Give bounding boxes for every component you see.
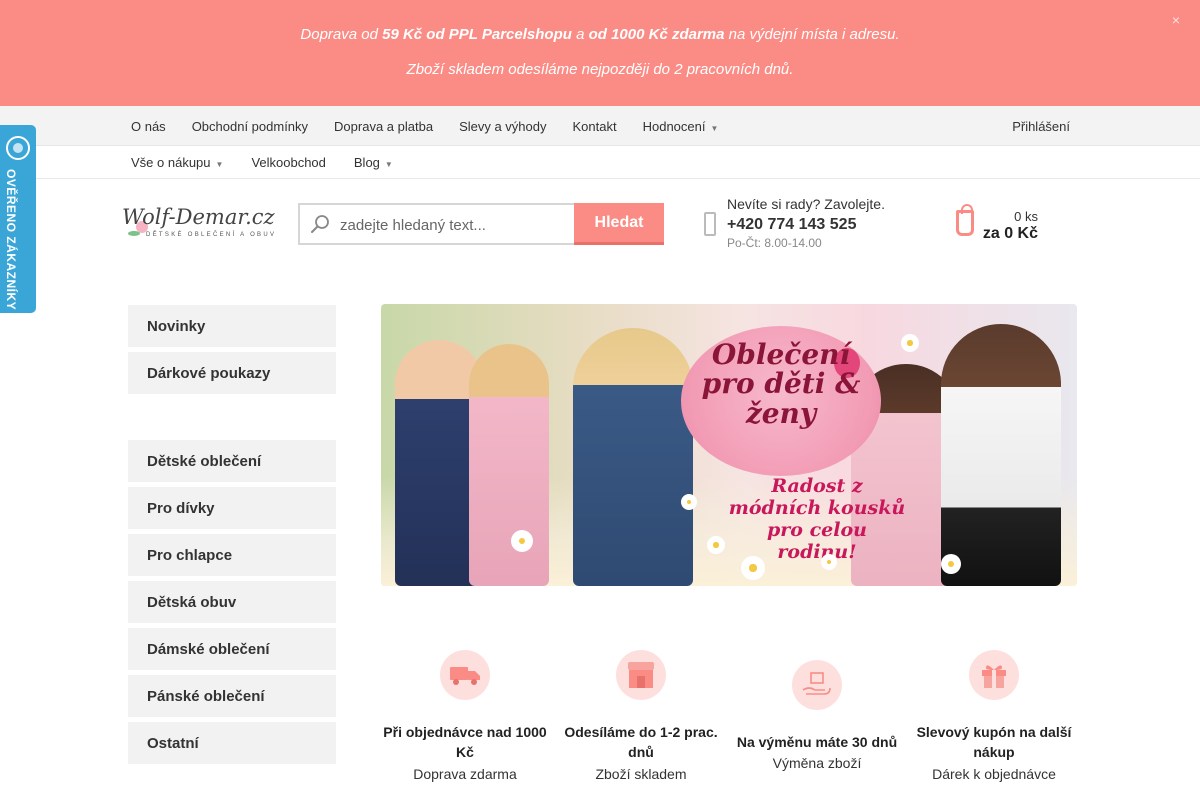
daisy-icon [741, 556, 765, 580]
daisy-icon [941, 554, 961, 574]
sidebar-item-detska-obuv[interactable]: Dětská obuv [128, 581, 336, 623]
promo-text: a [571, 26, 589, 43]
phone-number[interactable]: +420 774 143 525 [727, 216, 856, 234]
sidebar-item-label: Pánské oblečení [147, 687, 265, 705]
promo-highlight: 59 Kč od PPL Parcelshopu [382, 26, 572, 43]
feature-title: Na výměnu máte 30 dnů [736, 734, 898, 750]
truck-icon [440, 650, 490, 700]
sidebar-item-darkove-poukazy[interactable]: Dárkové poukazy [128, 352, 336, 394]
search-icon [311, 215, 329, 233]
sidebar-item-pro-divky[interactable]: Pro dívky [128, 487, 336, 529]
shopping-bag-icon [956, 204, 974, 236]
top-navigation: O nás Obchodní podmínky Doprava a platba… [0, 106, 1200, 146]
search-button[interactable]: Hledat [574, 203, 664, 245]
feature-exchange: Na výměnu máte 30 dnů Výměna zboží [732, 660, 902, 771]
search-form: Hledat [298, 203, 664, 245]
feature-title: Odesíláme do 1-2 prac. dnů [564, 724, 718, 761]
hero-banner[interactable]: Oblečení pro děti & ženy Radost z módníc… [381, 304, 1077, 586]
feature-in-stock: Odesíláme do 1-2 prac. dnů Zboží skladem [556, 650, 726, 782]
nav-item-kontakt[interactable]: Kontakt [573, 119, 617, 134]
sidebar-item-detske-obleceni[interactable]: Dětské oblečení [128, 440, 336, 482]
nav-item-velkoobchod[interactable]: Velkoobchod [251, 155, 325, 170]
woman-butterfly-shirt-photo [941, 324, 1061, 586]
feature-title: Slevový kupón na další nákup [916, 724, 1072, 761]
verified-seal-icon [6, 136, 30, 160]
promo-text: Doprava od [300, 26, 383, 43]
girl-photo [469, 344, 549, 586]
search-box [298, 203, 574, 245]
logo-tagline: dětské oblečení a obuv [146, 232, 277, 238]
hero-subtitle: Radost z módních kousků pro celou rodinu… [728, 475, 906, 563]
sidebar-item-label: Novinky [147, 317, 206, 335]
exchange-icon [792, 660, 842, 710]
promo-text: na výdejní místa i adresu. [724, 26, 900, 43]
feature-desc: Výměna zboží [772, 755, 862, 772]
promo-banner: Doprava od 59 Kč od PPL Parcelshopu a od… [0, 0, 1200, 106]
logo-name: Wolf-Demar.cz [122, 205, 275, 229]
sidebar-item-label: Dárkové poukazy [147, 364, 271, 382]
feature-desc: Doprava zdarma [413, 765, 517, 782]
chevron-down-icon: ▼ [215, 160, 224, 169]
sidebar-item-panske-obleceni[interactable]: Pánské oblečení [128, 675, 336, 717]
daisy-icon [707, 536, 725, 554]
feature-desc: Dárek k objednávce [932, 765, 1056, 782]
sidebar-item-ostatni[interactable]: Ostatní [128, 722, 336, 764]
nav-item-hodnoceni[interactable]: Hodnocení ▼ [643, 119, 719, 134]
phone-hours: Po-Čt: 8.00-14.00 [727, 236, 822, 250]
sidebar-item-label: Ostatní [147, 734, 199, 752]
secondary-navigation: Vše o nákupu ▼ Velkoobchod Blog ▼ [0, 146, 1200, 179]
nav-item-label: Vše o nákupu [131, 155, 211, 170]
cart[interactable]: 0 ks za 0 Kč [956, 204, 1056, 248]
chevron-down-icon: ▼ [710, 123, 719, 133]
phone-question: Nevíte si rady? Zavolejte. [727, 196, 885, 212]
badge-label: OVĚŘENO ZÁKAZNÍKY [4, 169, 18, 311]
hero-title: Oblečení pro děti & ženy [701, 338, 861, 430]
promo-shipping-text: Doprava od 59 Kč od PPL Parcelshopu a od… [0, 26, 1200, 43]
nav-item-obchodni-podminky[interactable]: Obchodní podmínky [192, 119, 308, 134]
nav-item-label: Blog [353, 155, 380, 170]
sidebar-item-label: Pro chlapce [147, 546, 233, 564]
sidebar-item-novinky[interactable]: Novinky [128, 305, 336, 347]
cart-price: za 0 Kč [982, 225, 1038, 242]
search-input[interactable] [340, 215, 570, 235]
close-icon[interactable]: × [1172, 12, 1180, 28]
nav-item-doprava-a-platba[interactable]: Doprava a platba [334, 119, 433, 134]
cart-count: 0 ks [1014, 209, 1038, 224]
sidebar-item-label: Dětská obuv [147, 593, 237, 611]
login-link[interactable]: Přihlášení [1012, 119, 1070, 134]
nav-item-o-nas[interactable]: O nás [131, 119, 166, 134]
gift-icon [969, 650, 1019, 700]
leaf-icon [128, 231, 140, 236]
nav-item-vse-o-nakupu[interactable]: Vše o nákupu ▼ [131, 155, 223, 170]
sidebar-item-label: Dámské oblečení [147, 640, 270, 658]
verified-by-customers-badge[interactable]: OVĚŘENO ZÁKAZNÍKY [0, 125, 36, 313]
feature-gift: Slevový kupón na další nákup Dárek k obj… [909, 650, 1079, 782]
woman-photo [573, 328, 693, 586]
feature-free-shipping: Při objednávce nad 1000 Kč Doprava zdarm… [380, 650, 550, 782]
feature-title: Při objednávce nad 1000 Kč [383, 724, 547, 761]
sidebar-item-damske-obleceni[interactable]: Dámské oblečení [128, 628, 336, 670]
store-icon [616, 650, 666, 700]
daisy-icon [821, 554, 837, 570]
daisy-icon [681, 494, 697, 510]
sidebar-item-label: Dětské oblečení [147, 452, 262, 470]
daisy-icon [901, 334, 919, 352]
promo-highlight: od 1000 Kč zdarma [588, 26, 725, 43]
feature-desc: Zboží skladem [595, 765, 687, 782]
phone-icon [704, 212, 716, 236]
logo[interactable]: Wolf-Demar.cz dětské oblečení a obuv [122, 205, 284, 245]
promo-dispatch-text: Zboží skladem odesíláme nejpozději do 2 … [406, 61, 794, 78]
nav-item-label: Hodnocení [642, 118, 706, 134]
sidebar-item-pro-chlapce[interactable]: Pro chlapce [128, 534, 336, 576]
nav-item-slevy-a-vyhody[interactable]: Slevy a výhody [459, 119, 546, 134]
chevron-down-icon: ▼ [384, 160, 393, 169]
phone-contact: Nevíte si rady? Zavolejte. +420 774 143 … [704, 196, 904, 256]
nav-item-blog[interactable]: Blog ▼ [354, 155, 393, 170]
sidebar-item-label: Pro dívky [147, 499, 215, 517]
daisy-icon [511, 530, 533, 552]
